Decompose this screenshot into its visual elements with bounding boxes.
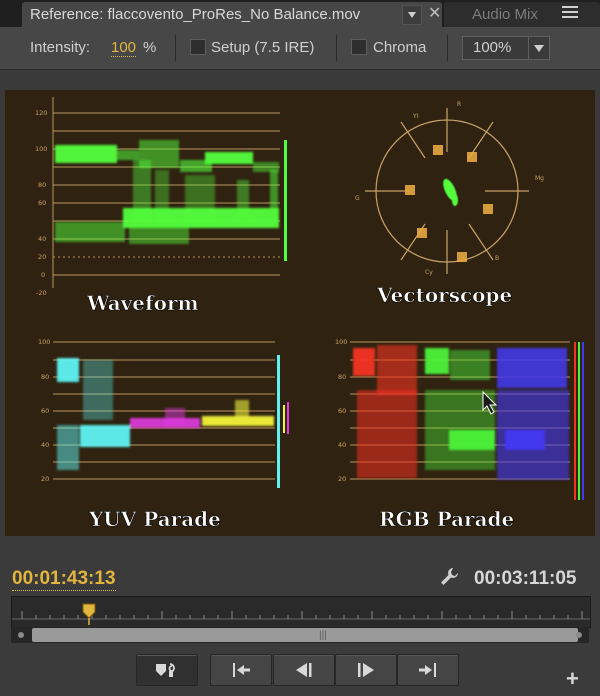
parade-tick: 20 xyxy=(338,475,346,483)
setup-label: Setup (7.5 IRE) xyxy=(211,39,315,56)
playhead-icon[interactable] xyxy=(82,603,96,625)
current-timecode[interactable]: 00:01:43:13 xyxy=(12,568,116,591)
vectorscope-label: Vectorscope xyxy=(376,283,512,307)
scopes-canvas: 120 100 80 60 40 20 0 -20 Waveform R Mg … xyxy=(35,97,584,531)
rgb-level-bar xyxy=(578,342,580,500)
step-back-button[interactable] xyxy=(273,654,335,686)
intensity-value[interactable]: 100 xyxy=(111,39,137,57)
vector-target-label: R xyxy=(457,101,461,108)
close-icon[interactable]: ✕ xyxy=(428,3,441,23)
yuv-parade-label: YUV Parade xyxy=(88,507,221,531)
waveform-tick: 20 xyxy=(38,253,46,261)
parade-tick: 100 xyxy=(335,338,347,346)
waveform-level-bar xyxy=(284,140,287,261)
scroll-left-handle-icon[interactable] xyxy=(16,630,26,640)
step-to-out-button[interactable] xyxy=(397,654,459,686)
waveform-tick: -20 xyxy=(36,289,47,297)
tab-reference-monitor[interactable]: Reference: flaccovento_ProRes_No Balance… xyxy=(22,2,442,27)
step-to-in-button[interactable] xyxy=(210,654,272,686)
panel-tab-bar: Reference: flaccovento_ProRes_No Balance… xyxy=(0,0,600,27)
waveform-scope: 120 100 80 60 40 20 0 -20 Waveform xyxy=(35,97,287,315)
waveform-label: Waveform xyxy=(86,291,199,315)
reference-source-dropdown[interactable] xyxy=(402,5,422,25)
intensity-label: Intensity: xyxy=(30,39,91,56)
chevron-down-icon xyxy=(528,37,549,59)
duration-timecode: 00:03:11:05 xyxy=(474,568,577,589)
wrench-icon[interactable] xyxy=(438,566,460,588)
timeline-scrollbar[interactable]: ||| xyxy=(11,627,589,643)
vector-target-label: Cy xyxy=(425,269,433,276)
scope-toolbar: Intensity: 100 % Setup (7.5 IRE) Chroma … xyxy=(0,27,600,70)
yuv-parade-trace xyxy=(57,358,274,470)
waveform-tick: 80 xyxy=(38,181,46,189)
step-to-out-icon xyxy=(419,663,436,677)
time-ruler[interactable] xyxy=(11,596,591,628)
intensity-unit: % xyxy=(143,39,157,56)
waveform-tick: 40 xyxy=(38,235,46,243)
waveform-tick: 60 xyxy=(38,199,46,207)
parade-tick: 60 xyxy=(41,407,49,415)
parade-tick: 80 xyxy=(41,373,49,381)
chroma-label: Chroma xyxy=(373,39,427,56)
rgb-parade-label: RGB Parade xyxy=(379,507,514,531)
rgb-parade-trace xyxy=(353,345,569,480)
panel-menu-icon[interactable] xyxy=(562,6,578,20)
vector-target-label: B xyxy=(495,255,499,262)
divider xyxy=(175,35,176,61)
transport-area: 00:01:43:13 00:03:11:05 ||| + xyxy=(0,536,600,696)
vectorscope-trace xyxy=(443,178,458,206)
rgb-level-bar xyxy=(574,342,576,500)
waveform-tick: 100 xyxy=(35,145,47,153)
parade-tick: 100 xyxy=(38,338,50,346)
parade-tick: 20 xyxy=(41,475,49,483)
rgb-level-bar xyxy=(582,342,584,500)
divider xyxy=(336,35,337,61)
parade-tick: 40 xyxy=(338,441,346,449)
vector-target-label: G xyxy=(355,195,360,202)
yuv-parade-scope: 100 80 60 40 20 YUV Parade xyxy=(38,338,289,531)
scopes-display: 120 100 80 60 40 20 0 -20 Waveform R Mg … xyxy=(5,90,595,536)
yuv-level-bar xyxy=(287,402,289,434)
step-to-in-icon xyxy=(233,663,250,677)
setup-checkbox[interactable] xyxy=(190,39,206,55)
vector-target-label: Mg xyxy=(535,175,544,182)
vector-target-label: YI xyxy=(412,113,419,120)
tab-title: Audio Mix xyxy=(472,6,538,23)
waveform-tick: 120 xyxy=(35,109,47,117)
grip-icon: ||| xyxy=(319,630,327,641)
tab-title: Reference: flaccovento_ProRes_No Balance… xyxy=(30,6,361,23)
waveform-tick: 0 xyxy=(41,271,45,279)
parade-tick: 80 xyxy=(338,373,346,381)
rgb-parade-scope: 100 80 60 40 20 RGB Parade xyxy=(335,338,584,531)
yuv-level-bar xyxy=(283,405,285,433)
waveform-trace xyxy=(55,140,279,244)
step-forward-icon xyxy=(358,663,374,677)
tab-audio-mixer[interactable]: Audio Mix xyxy=(444,2,600,27)
yuv-level-bar xyxy=(277,355,280,488)
add-button-icon[interactable]: + xyxy=(566,666,579,692)
scroll-right-handle-icon[interactable] xyxy=(574,630,584,640)
step-back-icon xyxy=(296,663,312,677)
gang-to-source-button[interactable] xyxy=(136,654,198,686)
parade-tick: 40 xyxy=(41,441,49,449)
zoom-select[interactable]: 100% xyxy=(462,36,550,60)
vectorscope-scope: R Mg B Cy G YI Vectorscope xyxy=(355,101,544,307)
divider xyxy=(447,35,448,61)
insert-overlay-icon xyxy=(156,663,175,677)
parade-tick: 60 xyxy=(338,407,346,415)
chroma-checkbox[interactable] xyxy=(351,39,367,55)
scroll-thumb[interactable]: ||| xyxy=(32,628,578,642)
step-forward-button[interactable] xyxy=(335,654,397,686)
ruler-ticks xyxy=(12,611,590,620)
zoom-value: 100% xyxy=(473,39,512,56)
